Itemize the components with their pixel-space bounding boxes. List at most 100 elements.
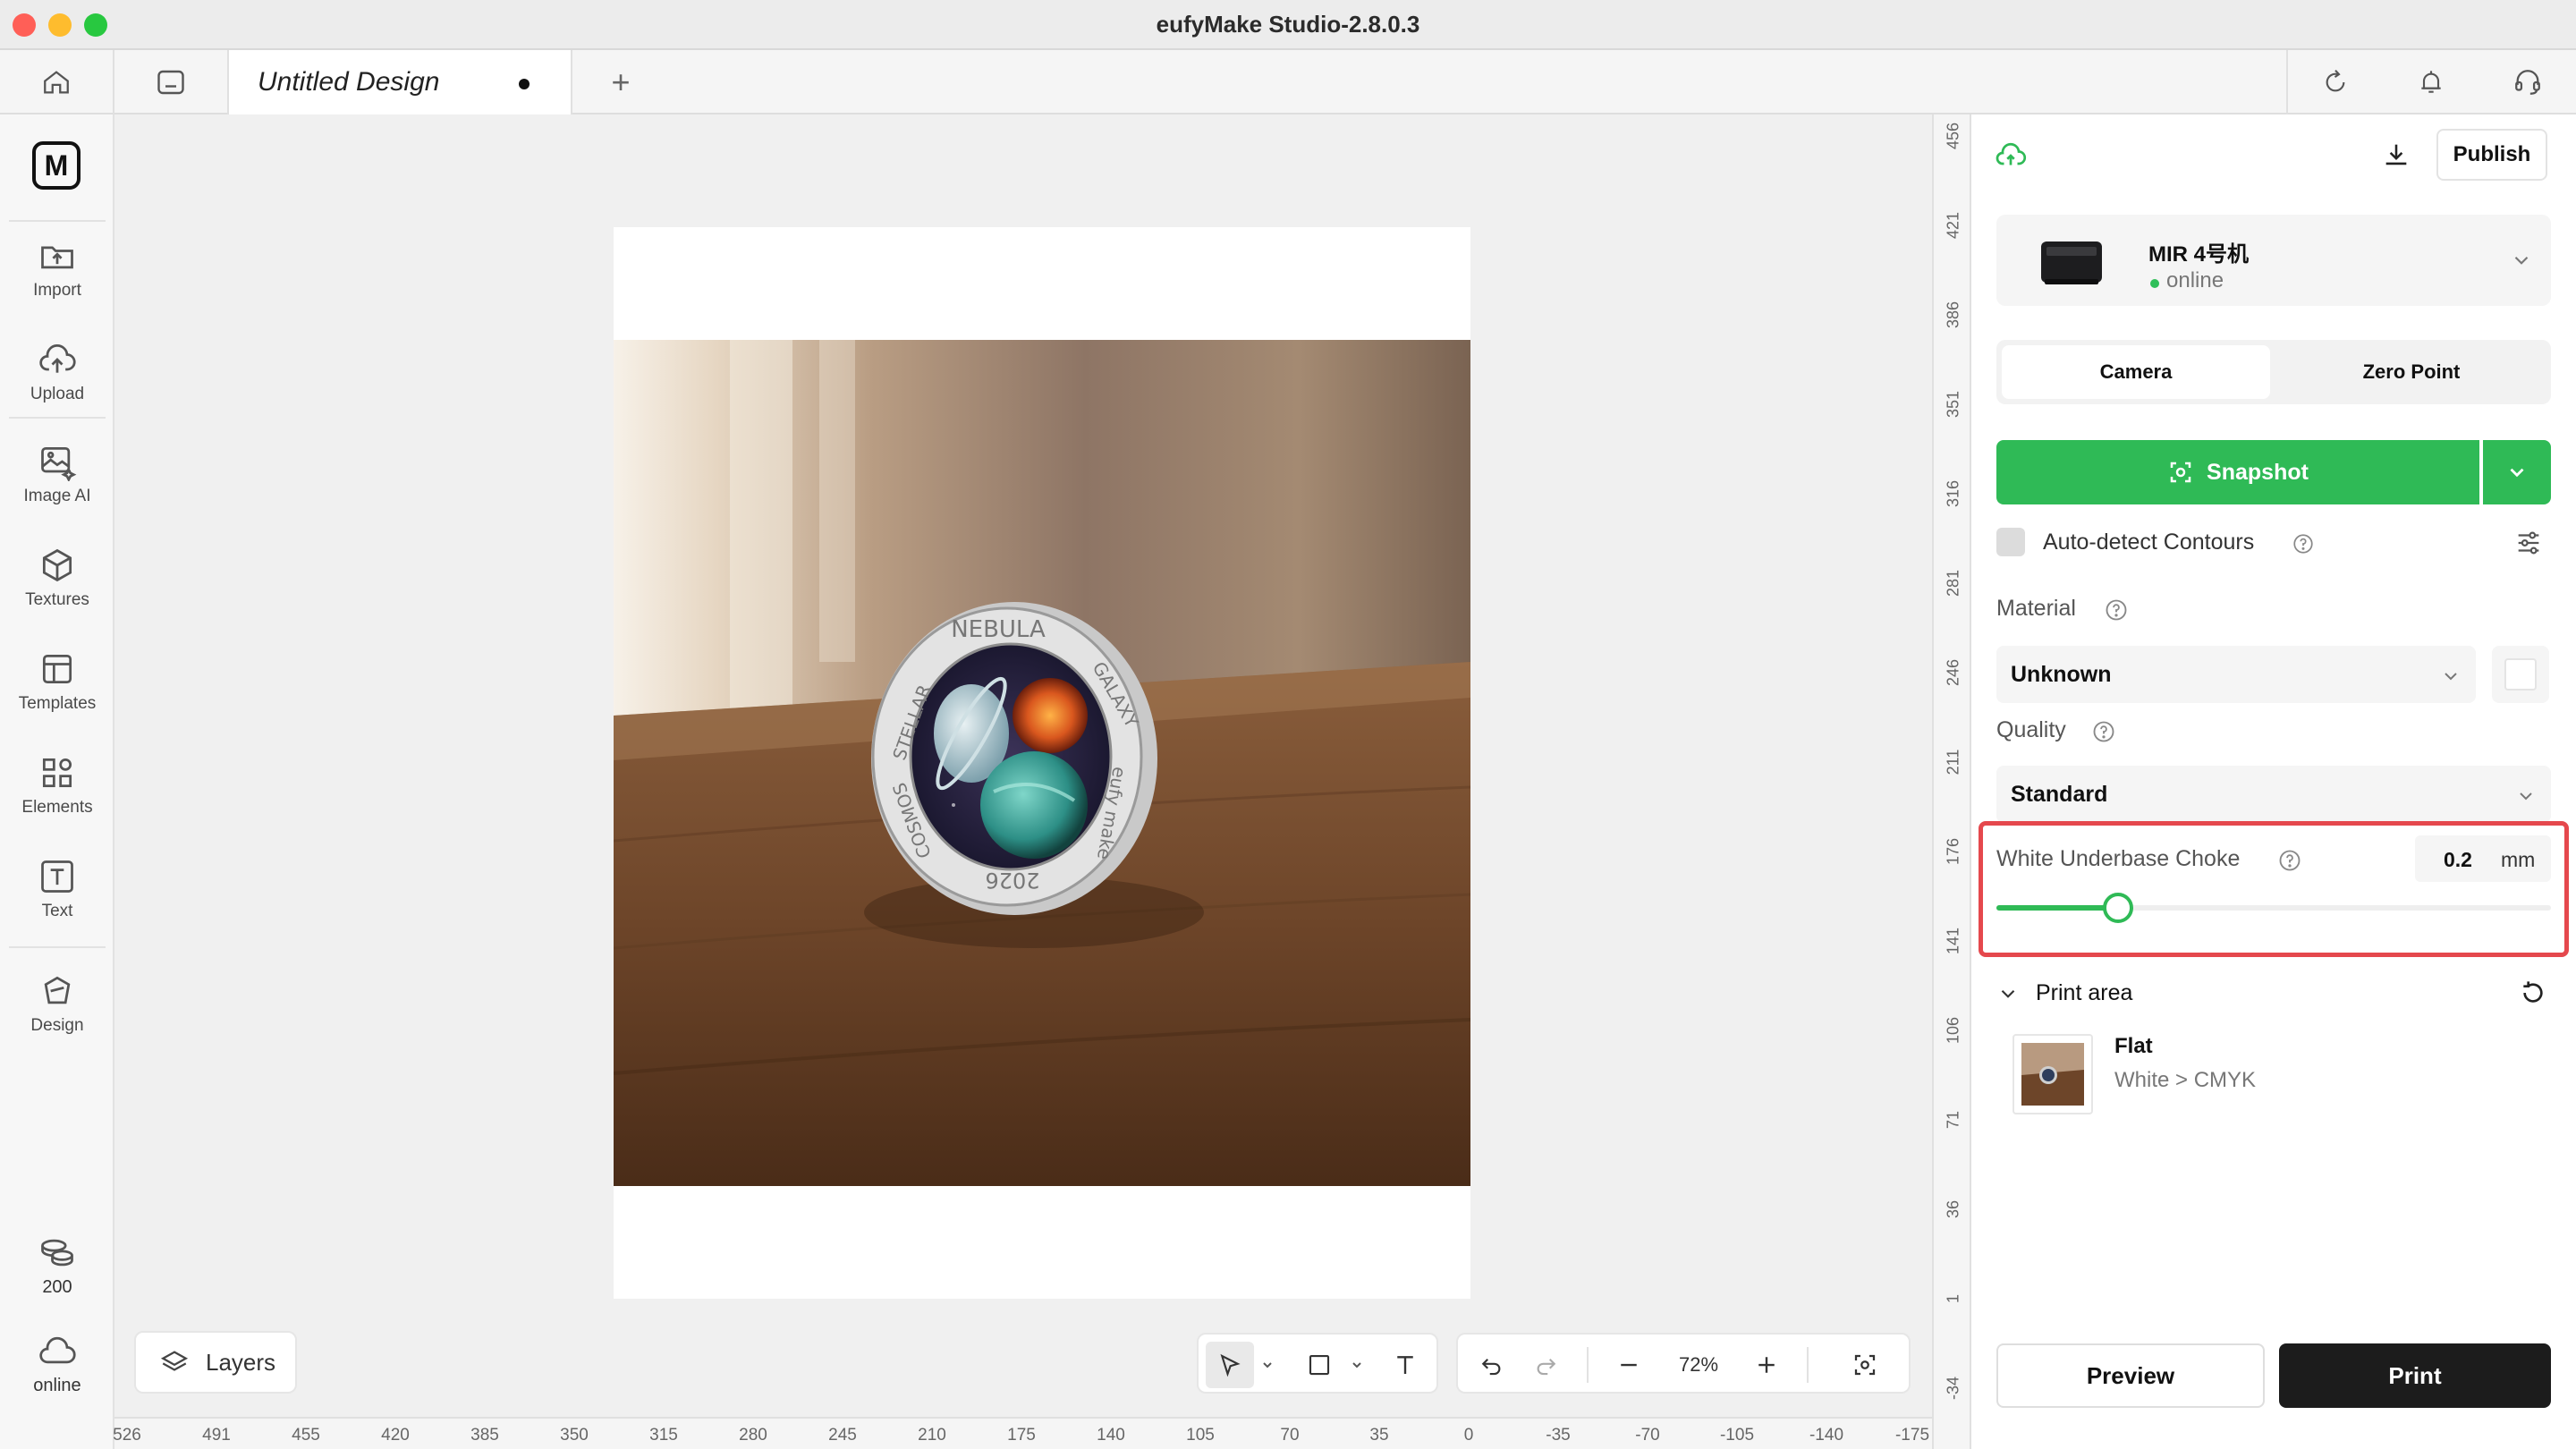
- chevron-down-icon: [1263, 1362, 1272, 1368]
- print-button[interactable]: Print: [2279, 1343, 2551, 1408]
- left-sidebar: M Import Upload Image AI Textures Templa…: [0, 114, 114, 1449]
- coin-text-bottom: 2026: [985, 868, 1039, 893]
- sidebar-item-import[interactable]: Import: [0, 236, 114, 326]
- choke-input[interactable]: 0.2 mm: [2415, 835, 2551, 882]
- choke-slider[interactable]: [1996, 893, 2551, 923]
- snapshot-button[interactable]: Snapshot: [1996, 440, 2479, 504]
- quality-value: Standard: [2011, 782, 2108, 807]
- ruler-label: -175: [1894, 1426, 1930, 1445]
- choke-slider-fill: [1996, 905, 2119, 911]
- canvas-tools: [1197, 1333, 1438, 1394]
- sidebar-item-label: Templates: [18, 694, 97, 713]
- ruler-label: 280: [739, 1426, 767, 1445]
- chevron-down-icon: [2520, 792, 2532, 801]
- vertical-ruler: 456 421 386 351 316 281 246 211 176 141 …: [1932, 114, 1971, 1449]
- panel-toggle-button[interactable]: [114, 50, 229, 114]
- auto-detect-label: Auto-detect Contours: [2043, 530, 2255, 555]
- textures-icon: [42, 548, 72, 582]
- plus-icon: [1758, 1357, 1775, 1373]
- ruler-label: 491: [202, 1426, 231, 1445]
- sidebar-item-elements[interactable]: Elements: [0, 753, 114, 843]
- cloud-icon: [39, 1336, 76, 1364]
- material-color-swatch[interactable]: [2492, 646, 2549, 703]
- preview-button[interactable]: Preview: [1996, 1343, 2265, 1408]
- credits-count: 200: [42, 1277, 72, 1297]
- sidebar-item-design[interactable]: Design: [0, 971, 114, 1061]
- notifications-button[interactable]: [2383, 50, 2479, 114]
- ruler-label: 70: [1280, 1426, 1300, 1445]
- layers-button[interactable]: Layers: [134, 1331, 297, 1394]
- cloud-sync-icon[interactable]: [1995, 140, 2027, 176]
- ruler-label: 36: [1944, 1199, 1962, 1219]
- ruler-label: 0: [1463, 1426, 1474, 1445]
- locate-button[interactable]: [1841, 1342, 1889, 1388]
- download-button[interactable]: [2374, 132, 2419, 177]
- ruler-label: 210: [918, 1426, 946, 1445]
- cursor-icon: [1220, 1353, 1241, 1377]
- chevron-down-icon: [2510, 468, 2524, 478]
- print-mode: Flat: [2114, 1034, 2153, 1058]
- quality-select[interactable]: Standard: [1996, 766, 2551, 823]
- device-selector[interactable]: MIR 4号机 online: [1996, 215, 2551, 306]
- rectangle-icon: [1309, 1354, 1330, 1376]
- zoom-out-button[interactable]: [1605, 1342, 1653, 1388]
- refresh-button[interactable]: [2286, 50, 2383, 114]
- ruler-label: 211: [1944, 749, 1962, 775]
- sidebar-divider: [9, 417, 106, 419]
- ruler-label: 1: [1944, 1293, 1962, 1304]
- reset-icon[interactable]: [2519, 979, 2547, 1007]
- ruler-label: 71: [1944, 1110, 1962, 1130]
- help-icon[interactable]: [2292, 532, 2315, 555]
- image-ai-icon: [41, 446, 77, 481]
- ruler-label: -105: [1719, 1426, 1755, 1445]
- tab-camera[interactable]: Camera: [2002, 345, 2270, 399]
- connection-status[interactable]: online: [0, 1331, 114, 1420]
- select-tool-dropdown[interactable]: [1258, 1342, 1277, 1388]
- add-tab-button[interactable]: +: [572, 50, 669, 114]
- snapshot-dropdown-button[interactable]: [2483, 440, 2551, 504]
- sidebar-item-text[interactable]: Text: [0, 857, 114, 946]
- sidebar-item-label: Design: [30, 1016, 84, 1035]
- chevron-down-icon: [2445, 673, 2457, 681]
- tab-untitled-design[interactable]: Untitled Design: [229, 50, 572, 114]
- sidebar-item-label: Elements: [21, 798, 93, 817]
- panel-icon: [157, 70, 184, 95]
- home-button[interactable]: [0, 50, 114, 114]
- minus-icon: [1621, 1363, 1637, 1367]
- sidebar-item-label: Text: [41, 902, 73, 920]
- publish-button[interactable]: Publish: [2436, 129, 2547, 181]
- help-icon[interactable]: [2091, 719, 2116, 744]
- shape-tool-button[interactable]: [1295, 1342, 1343, 1388]
- status-text: online: [33, 1376, 81, 1395]
- choke-slider-thumb[interactable]: [2103, 893, 2134, 923]
- design-canvas[interactable]: NEBULA STELLAR GALAXY COSMOS eufy make 2…: [114, 114, 1932, 1417]
- auto-detect-checkbox[interactable]: [1996, 528, 2025, 556]
- zoom-in-button[interactable]: [1742, 1342, 1791, 1388]
- select-tool-button[interactable]: [1206, 1342, 1254, 1388]
- support-button[interactable]: [2479, 50, 2576, 114]
- sliders-icon[interactable]: [2513, 528, 2544, 558]
- undo-button[interactable]: [1467, 1342, 1515, 1388]
- locate-icon: [1854, 1354, 1876, 1376]
- print-area-header[interactable]: Print area: [1996, 977, 2551, 1013]
- print-area-thumbnail[interactable]: [2012, 1034, 2093, 1114]
- sidebar-item-templates[interactable]: Templates: [0, 649, 114, 739]
- tab-zero-point[interactable]: Zero Point: [2277, 345, 2546, 399]
- help-icon[interactable]: [2277, 848, 2302, 873]
- shape-tool-dropdown[interactable]: [1347, 1342, 1367, 1388]
- coins-icon: [41, 1239, 73, 1267]
- help-icon[interactable]: [2104, 597, 2129, 623]
- sidebar-item-image-ai[interactable]: Image AI: [0, 442, 114, 531]
- sidebar-item-upload[interactable]: Upload: [0, 340, 114, 429]
- credits-button[interactable]: 200: [0, 1233, 114, 1322]
- sidebar-item-textures[interactable]: Textures: [0, 546, 114, 635]
- redo-button[interactable]: [1522, 1342, 1571, 1388]
- ruler-label: 281: [1944, 569, 1962, 597]
- design-image[interactable]: NEBULA STELLAR GALAXY COSMOS eufy make 2…: [614, 340, 1470, 1186]
- text-tool-icon: [1397, 1356, 1413, 1374]
- tab-bar: Untitled Design +: [0, 50, 2576, 114]
- material-select[interactable]: Unknown: [1996, 646, 2476, 703]
- zoom-level[interactable]: 72%: [1660, 1342, 1737, 1388]
- download-icon: [2385, 144, 2407, 165]
- text-tool-button[interactable]: [1381, 1342, 1429, 1388]
